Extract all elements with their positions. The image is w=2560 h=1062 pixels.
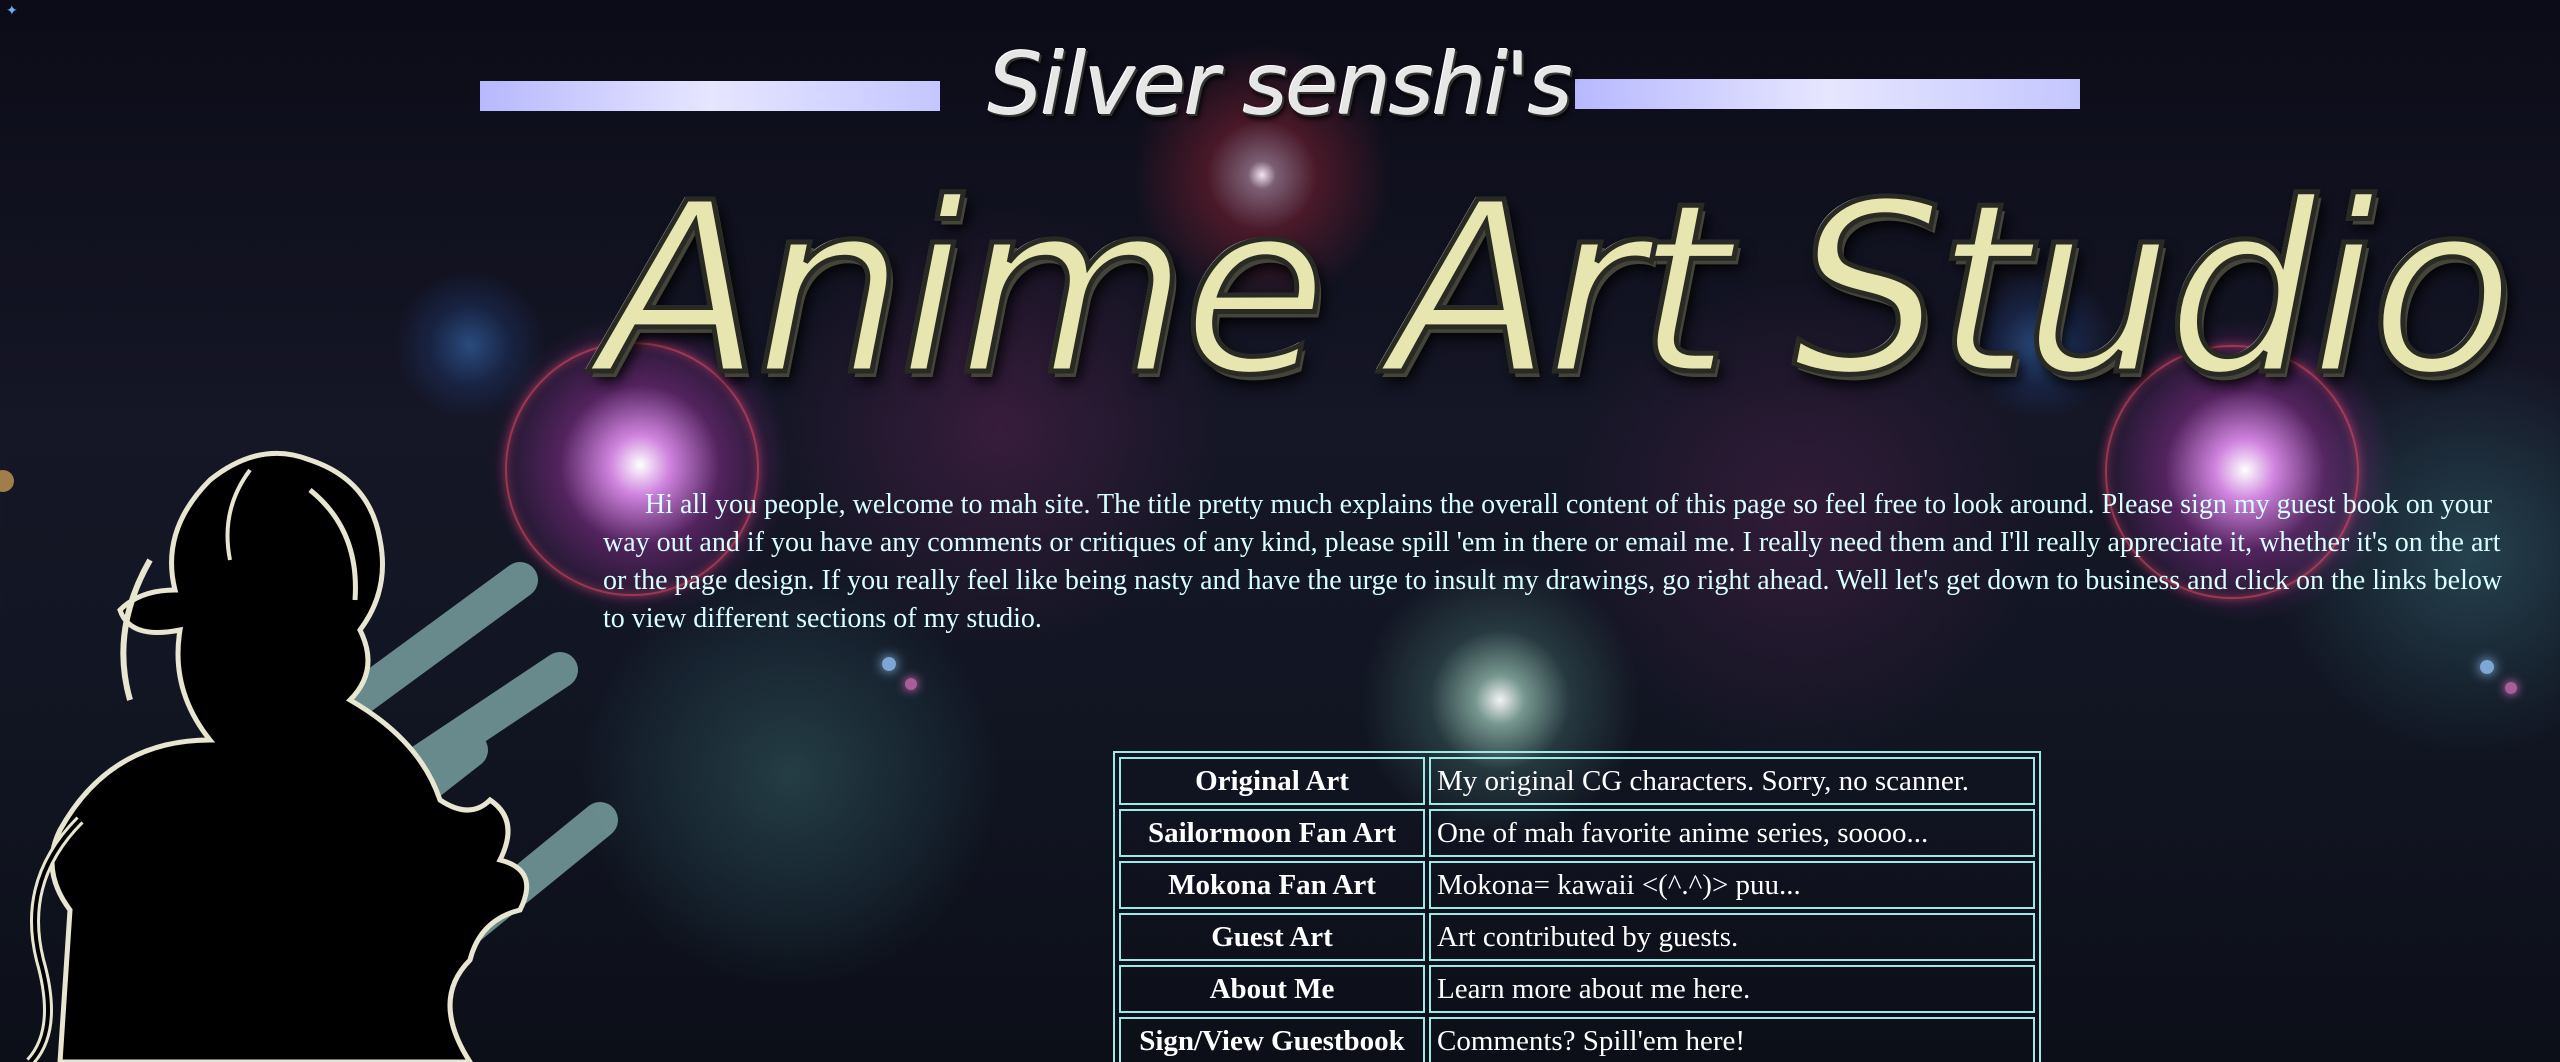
link-guestbook[interactable]: Sign/View Guestbook xyxy=(1139,1025,1405,1057)
lens-flare-dot xyxy=(2505,682,2517,694)
anime-character-silhouette xyxy=(26,450,618,1062)
row-description: Art contributed by guests. xyxy=(1429,913,2035,961)
site-title: Anime Art Studio xyxy=(598,150,2517,430)
intro-paragraph: Hi all you people, welcome to mah site. … xyxy=(603,489,2503,634)
table-row: Original Art My original CG characters. … xyxy=(1119,757,2035,805)
table-row: Mokona Fan Art Mokona= kawaii <(^.^)> pu… xyxy=(1119,861,2035,909)
title-bar-right xyxy=(1575,79,2080,109)
row-description: Comments? Spill'em here! xyxy=(1429,1017,2035,1062)
link-original-art[interactable]: Original Art xyxy=(1195,765,1349,797)
row-description: Learn more about me here. xyxy=(1429,965,2035,1013)
table-row: Sign/View Guestbook Comments? Spill'em h… xyxy=(1119,1017,2035,1062)
row-description: One of mah favorite anime series, soooo.… xyxy=(1429,809,2035,857)
title-bar-left xyxy=(480,81,940,111)
row-description: My original CG characters. Sorry, no sca… xyxy=(1429,757,2035,805)
link-about-me[interactable]: About Me xyxy=(1210,973,1335,1005)
site-subtitle: Silver senshi's xyxy=(988,35,1573,135)
lens-flare-dot xyxy=(2480,660,2494,674)
sparkle-icon: ✦ xyxy=(6,4,18,19)
link-guest-art[interactable]: Guest Art xyxy=(1211,921,1333,953)
sections-table: Original Art My original CG characters. … xyxy=(1113,751,2041,1062)
table-row: About Me Learn more about me here. xyxy=(1119,965,2035,1013)
link-sailormoon-fan-art[interactable]: Sailormoon Fan Art xyxy=(1148,817,1396,849)
link-mokona-fan-art[interactable]: Mokona Fan Art xyxy=(1168,869,1376,901)
table-row: Sailormoon Fan Art One of mah favorite a… xyxy=(1119,809,2035,857)
lens-flare-dot xyxy=(882,657,896,671)
table-row: Guest Art Art contributed by guests. xyxy=(1119,913,2035,961)
lens-flare-dot xyxy=(905,678,917,690)
row-description: Mokona= kawaii <(^.^)> puu... xyxy=(1429,861,2035,909)
